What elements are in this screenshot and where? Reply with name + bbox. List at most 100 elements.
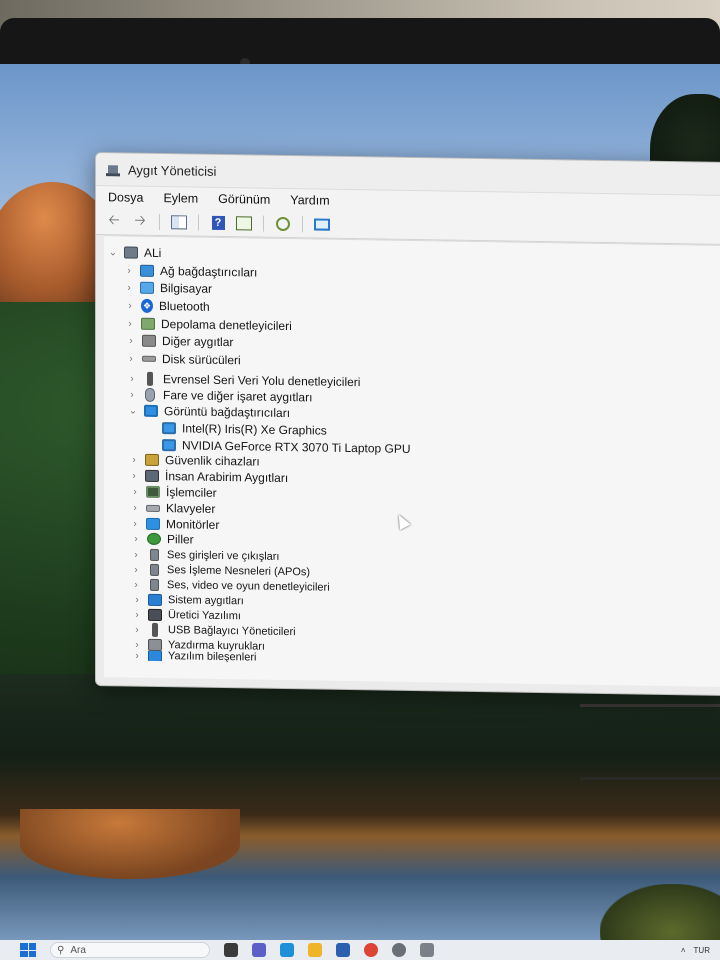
chevron-right-icon[interactable]: › — [125, 300, 135, 311]
tree-category[interactable]: › Disk sürücüleri — [126, 350, 241, 368]
scan-hardware-button[interactable] — [273, 215, 293, 233]
forward-arrow-icon[interactable]: 🡢 — [130, 212, 150, 231]
hid-icon — [145, 469, 159, 483]
tree-category[interactable]: › Diğer aygıtlar — [126, 332, 233, 350]
tree-category[interactable]: › İşlemciler — [130, 484, 216, 501]
wallpaper-mountain — [0, 182, 110, 302]
chevron-up-icon[interactable]: ˄ — [681, 946, 686, 955]
category-label: Bluetooth — [159, 299, 210, 314]
system-tray[interactable]: ˄ TUR — [681, 946, 710, 955]
properties-button[interactable] — [234, 214, 254, 232]
chevron-right-icon[interactable]: › — [130, 502, 140, 513]
wallpaper-pier — [580, 704, 720, 780]
tree-root[interactable]: ⌄ ALi — [108, 244, 162, 261]
chevron-right-icon[interactable]: › — [132, 594, 142, 605]
chevron-right-icon[interactable]: › — [131, 533, 141, 544]
other-devices-icon — [142, 334, 156, 347]
display-adapter-icon — [144, 404, 158, 417]
category-label: Ses girişleri ve çıkışları — [167, 549, 280, 563]
chevron-right-icon[interactable]: › — [126, 353, 136, 364]
menu-action[interactable]: Eylem — [163, 191, 198, 206]
chevron-right-icon[interactable]: › — [131, 564, 141, 575]
tree-root-label: ALi — [144, 245, 162, 261]
toolbar-separator — [263, 215, 264, 232]
network-adapter-icon — [140, 264, 154, 277]
file-explorer-icon[interactable] — [308, 943, 322, 957]
chrome-icon[interactable] — [364, 943, 378, 957]
category-label: Klavyeler — [166, 501, 216, 516]
teams-icon[interactable] — [252, 943, 266, 957]
computer-icon — [140, 281, 154, 294]
device-manager-window[interactable]: Aygıt Yöneticisi Dosya Eylem Görünüm Yar… — [95, 152, 720, 696]
chevron-right-icon[interactable]: › — [129, 454, 139, 465]
chevron-right-icon[interactable]: › — [131, 549, 141, 560]
taskbar-search[interactable]: ⚲ Ara — [50, 942, 210, 958]
print-queue-icon — [148, 638, 162, 652]
tree-category[interactable]: › Bilgisayar — [124, 279, 212, 296]
chevron-right-icon[interactable]: › — [125, 318, 135, 329]
chevron-right-icon[interactable]: › — [132, 624, 142, 635]
software-components-icon — [148, 650, 162, 663]
firmware-icon — [148, 608, 162, 622]
storage-controller-icon — [141, 317, 155, 330]
usb-connector-icon — [152, 622, 158, 637]
category-label: Disk sürücüleri — [162, 352, 241, 368]
chevron-right-icon[interactable]: › — [124, 265, 134, 276]
toolbar-separator — [159, 214, 160, 231]
chevron-right-icon[interactable]: › — [124, 282, 134, 293]
chevron-down-icon[interactable]: ⌄ — [108, 247, 118, 258]
help-button[interactable]: ? — [208, 214, 228, 232]
category-label: Bilgisayar — [160, 281, 213, 296]
disk-drive-icon — [142, 355, 156, 362]
battery-icon — [147, 532, 161, 546]
window-title: Aygıt Yöneticisi — [128, 162, 217, 179]
chevron-right-icon[interactable]: › — [130, 518, 140, 529]
tree-category[interactable]: › Yazılım bileşenleri — [132, 650, 257, 663]
toolbar-separator — [302, 216, 303, 233]
device-manager-taskbar-icon[interactable] — [420, 943, 434, 957]
edge-icon[interactable] — [280, 943, 294, 957]
toolbar-separator — [198, 214, 199, 231]
sound-video-icon — [150, 578, 159, 592]
chevron-right-icon[interactable]: › — [132, 651, 142, 662]
category-label: Ses, video ve oyun denetleyicileri — [167, 579, 330, 594]
bluetooth-icon: ❖ — [141, 298, 153, 313]
menu-help[interactable]: Yardım — [290, 193, 329, 208]
usb-controller-icon — [147, 371, 153, 386]
language-indicator[interactable]: TUR — [694, 946, 710, 955]
chevron-right-icon[interactable]: › — [129, 470, 139, 481]
chevron-right-icon[interactable]: › — [127, 373, 137, 384]
scan-hardware-icon — [276, 216, 290, 232]
monitor-button[interactable] — [312, 215, 332, 233]
tree-category[interactable]: › Piller — [131, 531, 193, 548]
tree-category[interactable]: › Depolama denetleyicileri — [125, 315, 291, 334]
tree-category[interactable]: › Klavyeler — [130, 500, 215, 517]
device-tree[interactable]: ⌄ ALi › Ağ bağdaştırıcıları › Bilgisayar… — [104, 235, 720, 687]
chevron-right-icon[interactable]: › — [127, 389, 137, 400]
chevron-right-icon[interactable]: › — [126, 335, 136, 346]
device-manager-icon — [106, 162, 120, 176]
chevron-right-icon[interactable]: › — [132, 609, 142, 620]
chevron-down-icon[interactable]: ⌄ — [128, 405, 138, 416]
start-button[interactable] — [20, 943, 36, 957]
tree-category[interactable]: › ❖ Bluetooth — [125, 297, 210, 314]
tree-category[interactable]: › Ağ bağdaştırıcıları — [124, 262, 257, 280]
back-arrow-icon[interactable]: 🡠 — [104, 211, 124, 230]
system-devices-icon — [148, 593, 162, 607]
audio-io-icon — [150, 548, 159, 562]
grid-view-button[interactable] — [169, 213, 189, 231]
menu-file[interactable]: Dosya — [108, 190, 143, 205]
taskbar-app-icon[interactable] — [224, 943, 238, 957]
chevron-right-icon[interactable]: › — [132, 639, 142, 650]
device-item[interactable]: Intel(R) Iris(R) Xe Graphics — [162, 420, 327, 439]
settings-icon[interactable] — [392, 943, 406, 957]
category-label: Sistem aygıtları — [168, 594, 244, 608]
audio-apo-icon — [150, 563, 159, 577]
store-icon[interactable] — [336, 943, 350, 957]
category-label: Ses İşleme Nesneleri (APOs) — [167, 564, 311, 579]
tree-category-expanded[interactable]: ⌄ Görüntü bağdaştırıcıları — [128, 403, 290, 422]
chevron-right-icon[interactable]: › — [131, 579, 141, 590]
chevron-right-icon[interactable]: › — [130, 486, 140, 497]
category-label: Yazılım bileşenleri — [168, 650, 257, 663]
menu-view[interactable]: Görünüm — [218, 192, 270, 207]
